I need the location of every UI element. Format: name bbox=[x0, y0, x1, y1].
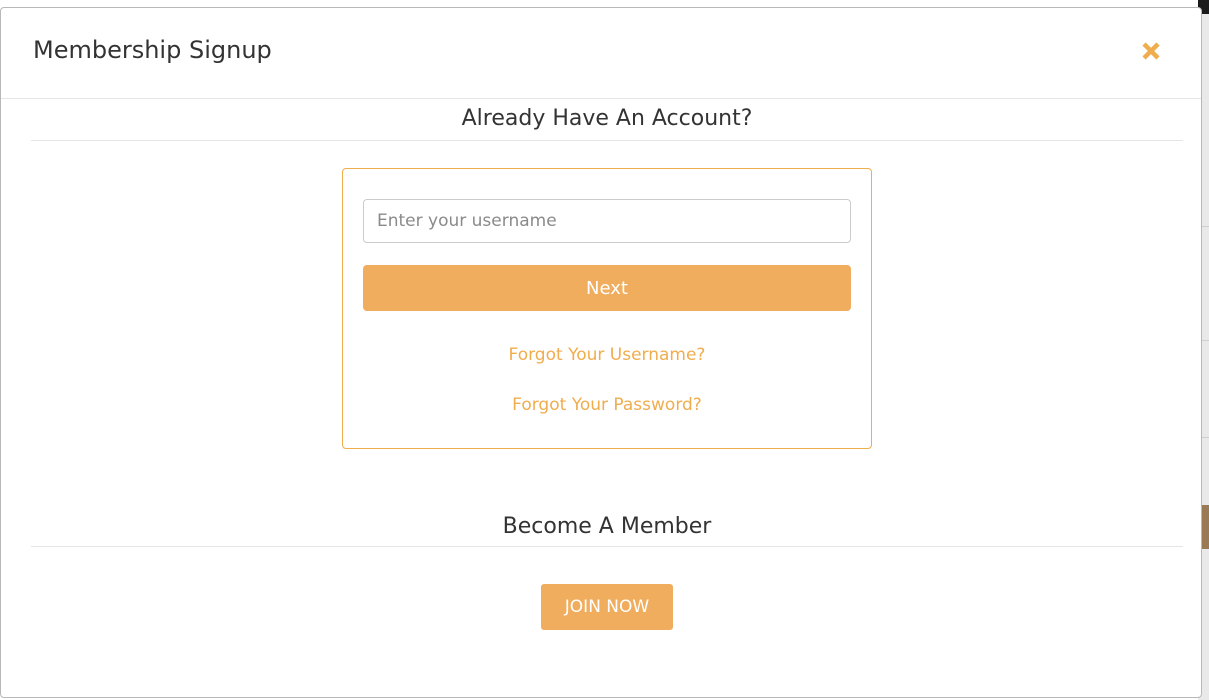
next-button[interactable]: Next bbox=[363, 265, 851, 311]
close-button[interactable] bbox=[1138, 38, 1164, 64]
login-section-divider bbox=[31, 140, 1183, 141]
membership-signup-modal: Membership Signup Already Have An Accoun… bbox=[0, 7, 1202, 698]
login-panel: Next Forgot Your Username? Forgot Your P… bbox=[342, 168, 872, 449]
forgot-username-link[interactable]: Forgot Your Username? bbox=[343, 345, 871, 365]
close-x-icon bbox=[1142, 42, 1160, 60]
login-section-heading: Already Have An Account? bbox=[461, 106, 753, 131]
modal-title: Membership Signup bbox=[33, 36, 272, 64]
signup-section-heading: Become A Member bbox=[502, 514, 712, 539]
forgot-password-link[interactable]: Forgot Your Password? bbox=[343, 395, 871, 415]
username-input[interactable] bbox=[363, 199, 851, 243]
signup-section-divider bbox=[31, 546, 1183, 547]
modal-header: Membership Signup bbox=[1, 8, 1201, 99]
join-now-button[interactable]: JOIN NOW bbox=[541, 584, 673, 630]
